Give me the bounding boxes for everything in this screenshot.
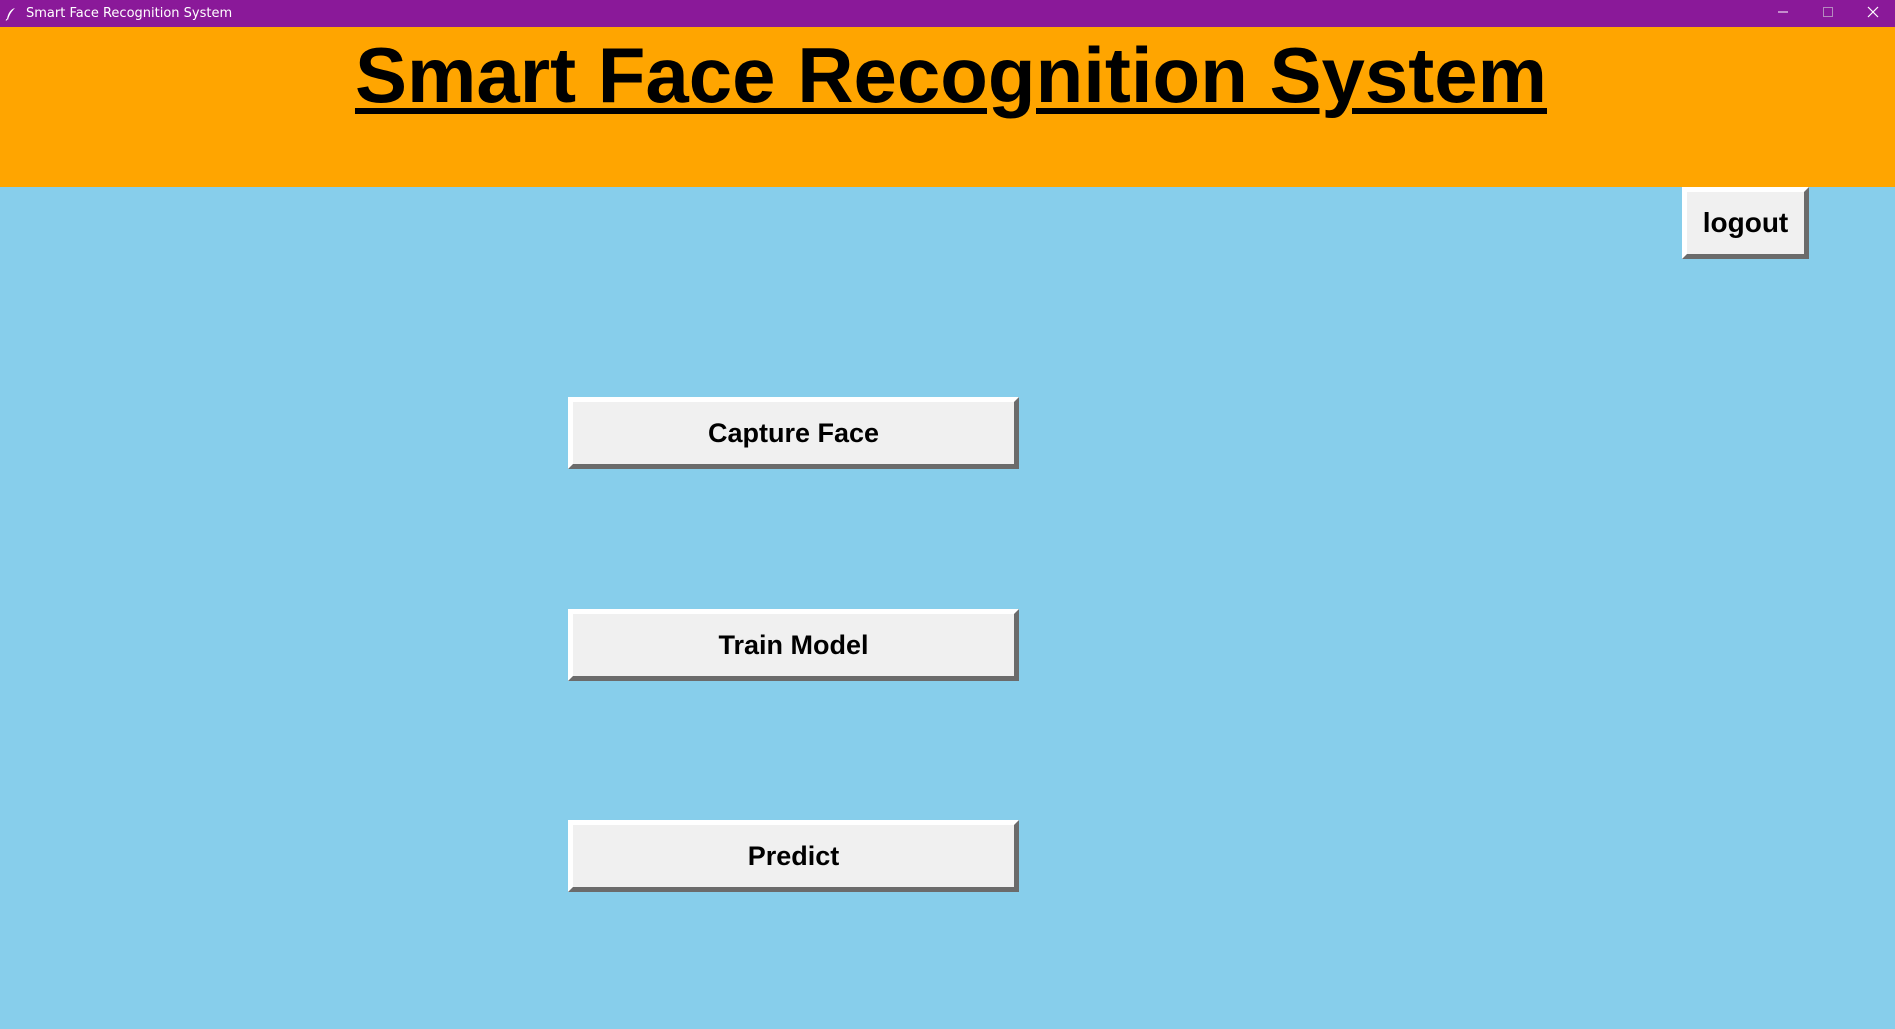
minimize-icon: [1777, 5, 1789, 23]
window-controls: [1760, 0, 1895, 27]
app-window: Smart Face Recognition System Smart Face…: [0, 0, 1895, 1029]
maximize-icon: [1822, 5, 1834, 23]
close-icon: [1867, 5, 1879, 23]
close-button[interactable]: [1850, 0, 1895, 27]
window-title: Smart Face Recognition System: [26, 6, 233, 21]
predict-button[interactable]: Predict: [568, 820, 1019, 892]
capture-face-button[interactable]: Capture Face: [568, 397, 1019, 469]
page-title: Smart Face Recognition System: [354, 31, 1547, 119]
logout-button[interactable]: logout: [1682, 187, 1809, 259]
maximize-button[interactable]: [1805, 0, 1850, 27]
feather-icon: [4, 7, 18, 21]
window-titlebar[interactable]: Smart Face Recognition System: [0, 0, 1895, 27]
minimize-button[interactable]: [1760, 0, 1805, 27]
train-model-button[interactable]: Train Model: [568, 609, 1019, 681]
